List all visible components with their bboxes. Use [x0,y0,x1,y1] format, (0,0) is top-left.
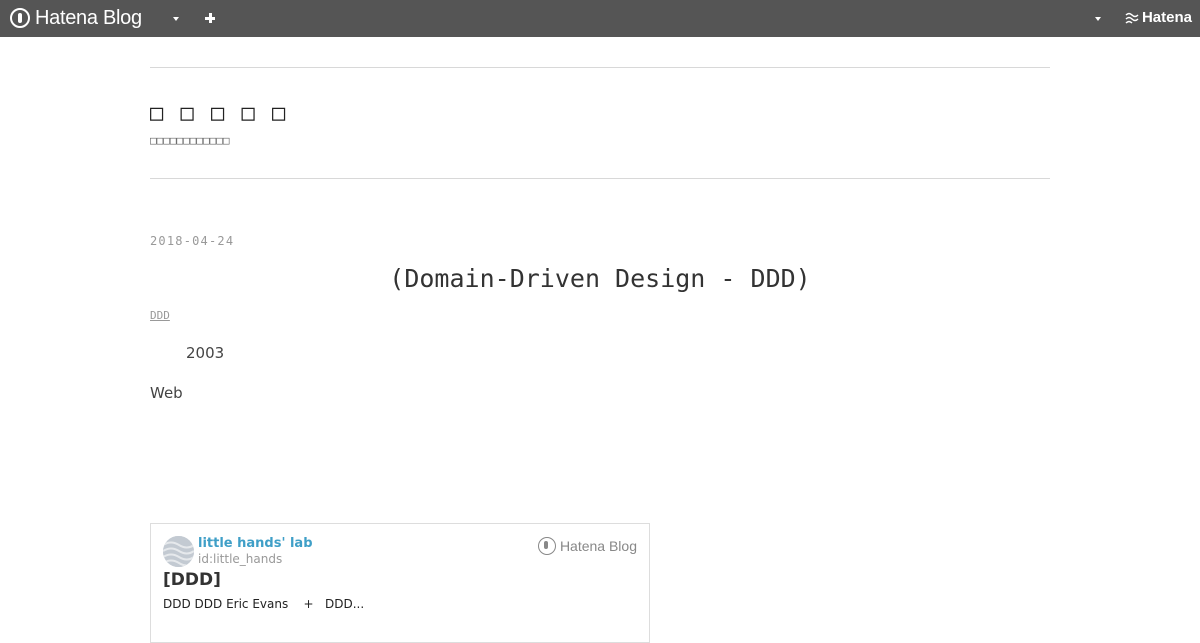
embed-entry-description: DDD DDD Eric Evans + DDD... [163,597,365,611]
embed-user-id: id:little_hands [198,552,283,566]
entry-title[interactable]: (Domain-Driven Design - DDD) [150,264,1050,293]
hatena-blog-home-link[interactable]: Hatena Blog [10,6,142,30]
hatena-wordmark: Hatena [1141,9,1192,26]
header-divider-bottom [150,178,1050,179]
entry-category-link[interactable]: DDD [150,309,170,322]
plus-icon[interactable] [201,9,219,27]
embed-entry-title[interactable]: [DDD] [163,570,221,590]
embed-blog-name[interactable]: little hands' lab [198,536,313,551]
blog-description: □□□□□□□□□□□□ [150,134,230,147]
avatar-pattern-icon [163,536,194,567]
caret-down-icon[interactable] [168,11,184,27]
hatena-logo-icon [1125,12,1139,24]
embed-service-logo: Hatena Blog [537,537,637,555]
entry-body-text: Web [150,384,183,402]
caret-down-icon[interactable] [1090,11,1106,27]
brand-name: Hatena Blog [35,6,142,29]
hatena-account-link[interactable]: Hatena [1125,9,1192,26]
hatena-blog-logo-icon [537,537,556,555]
embed-service-name: Hatena Blog [559,538,637,554]
blog-title[interactable]: □ □ □ □ □ [150,101,287,126]
avatar [163,536,194,567]
entry-body-text: 2003 [186,344,225,362]
global-header: Hatena Blog Hatena [0,0,1200,37]
header-divider-top [150,67,1050,68]
entry-date[interactable]: 2018-04-24 [150,234,234,248]
hatena-blog-logo-icon [10,8,30,28]
blog-embed-card[interactable]: little hands' lab id:little_hands Hatena… [150,523,650,643]
